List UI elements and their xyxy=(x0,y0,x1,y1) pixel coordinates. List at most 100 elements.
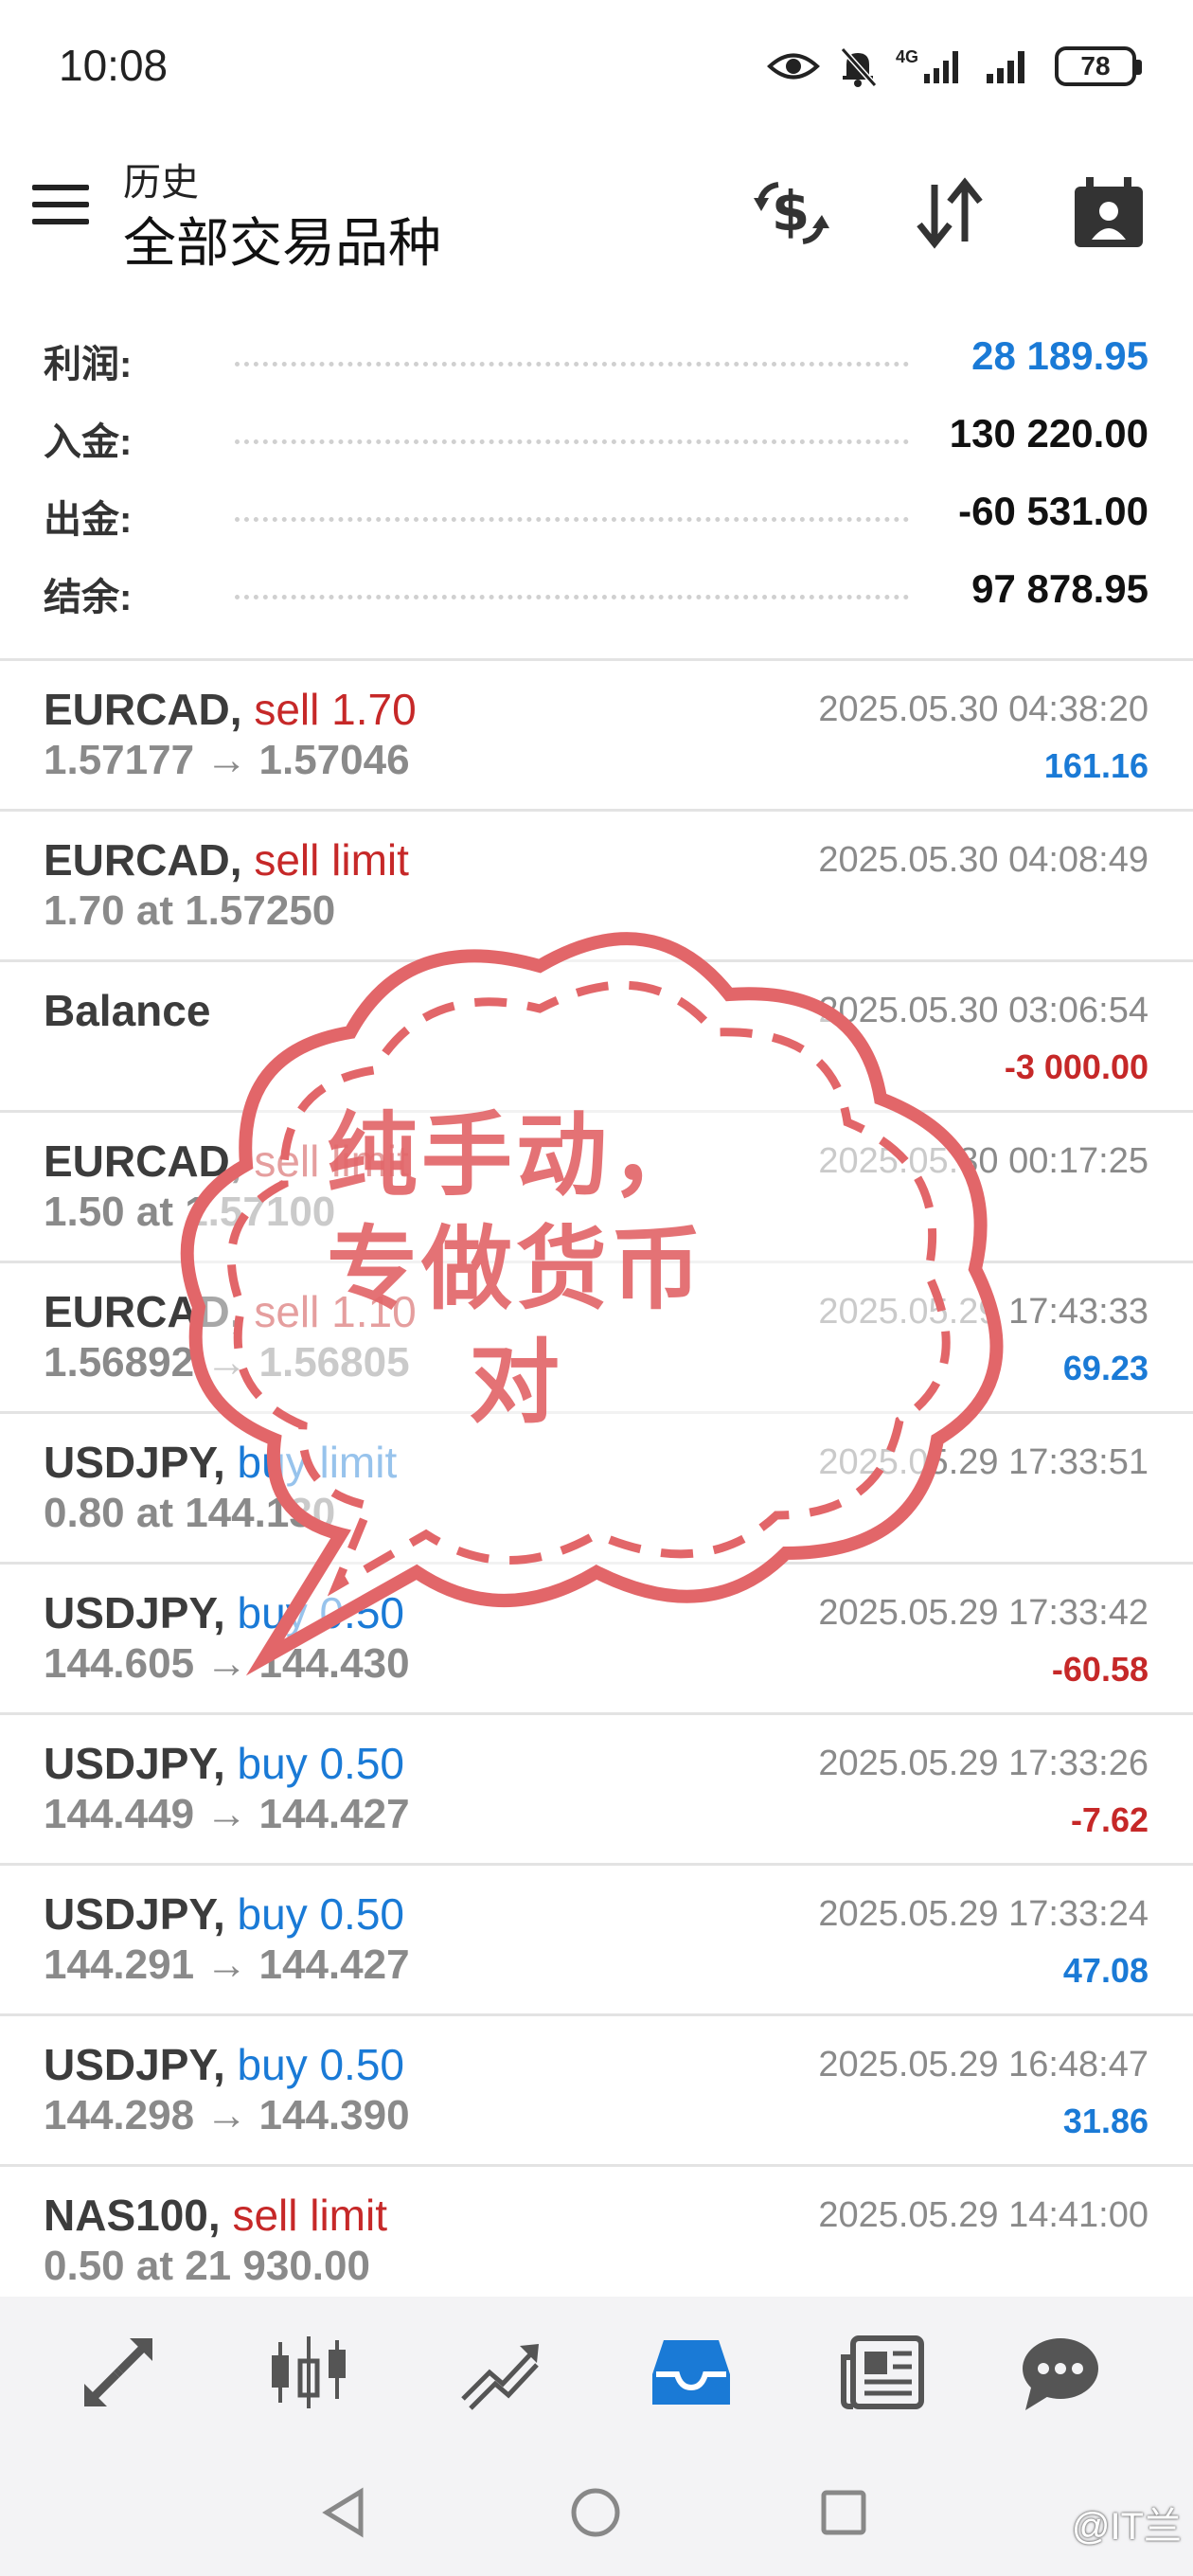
deal-symbol: USDJPY, xyxy=(44,1588,225,1637)
deal-date: 2025.05.29 17:33:26 xyxy=(818,1744,1148,1783)
svg-text:$: $ xyxy=(772,179,810,243)
deal-action: sell limit xyxy=(232,2191,387,2240)
stamp-text: 纯手动， 专做货币 对 xyxy=(161,1099,871,1440)
deal-list: EURCAD, sell 1.70 1.57177 → 1.57046 2025.0… xyxy=(0,661,1193,2317)
inbox-tray-icon[interactable] xyxy=(644,2330,739,2415)
calendar-person-icon[interactable] xyxy=(1066,170,1151,256)
chat-bubble-icon[interactable] xyxy=(1013,2330,1108,2415)
deal-profit: -60.58 xyxy=(1051,1650,1148,1689)
deal-title: EURCAD, sell 1.70 xyxy=(44,684,417,735)
dotted-leader xyxy=(235,362,909,367)
summary-row-profit: 利润: 28 189.95 xyxy=(0,322,1193,400)
eye-icon xyxy=(767,53,820,80)
summary-label: 出金: xyxy=(44,499,133,541)
deal-profit: 31.86 xyxy=(1062,2102,1148,2140)
deal-title: USDJPY, buy 0.50 xyxy=(44,1888,404,1940)
deal-date: 2025.05.29 17:33:24 xyxy=(818,1894,1148,1934)
deal-title: NAS100, sell limit xyxy=(44,2190,387,2241)
deal-symbol: EURCAD, xyxy=(44,685,242,734)
deal-title: EURCAD, sell limit xyxy=(44,834,409,886)
deal-symbol: Balance xyxy=(44,986,211,1035)
sort-arrows-icon[interactable] xyxy=(907,170,992,256)
list-item[interactable]: EURCAD, sell 1.70 1.57177 → 1.57046 2025.0… xyxy=(0,661,1193,812)
stamp-line: 对 xyxy=(469,1330,563,1436)
header-title[interactable]: 全部交易品种 xyxy=(123,201,441,277)
status-icons: 4G 78 xyxy=(767,38,1142,95)
watermark: @IT兰 xyxy=(1071,2506,1182,2548)
stamp-line: 专做货币 xyxy=(327,1216,705,1322)
deal-symbol: USDJPY, xyxy=(44,1889,225,1939)
signal-4g-icon: 4G xyxy=(896,47,958,83)
list-item[interactable]: USDJPY, buy 0.50 144.291 → 144.427 2025.05… xyxy=(0,1866,1193,2016)
deal-detail: 144.605 → 144.430 xyxy=(44,1640,410,1687)
deal-detail: 144.449 → 144.427 xyxy=(44,1791,410,1837)
dotted-leader xyxy=(235,439,909,444)
summary-row-balance: 结余: 97 878.95 xyxy=(0,555,1193,633)
summary-value: 130 220.00 xyxy=(949,411,1148,456)
deal-date: 2025.05.29 17:33:51 xyxy=(818,1442,1148,1482)
account-summary: 利润: 28 189.95 入金: 130 220.00 出金: -60 531… xyxy=(0,322,1193,633)
deal-action: sell 1.70 xyxy=(254,685,417,734)
deal-date: 2025.05.30 04:38:20 xyxy=(818,689,1148,729)
deal-symbol: USDJPY, xyxy=(44,2040,225,2089)
deal-profit: -3 000.00 xyxy=(1004,1047,1148,1086)
trade-chart-icon[interactable] xyxy=(453,2330,547,2415)
deal-title: USDJPY, buy 0.50 xyxy=(44,1587,404,1638)
deal-profit: 161.16 xyxy=(1043,746,1148,785)
deal-detail: 1.70 at 1.57250 xyxy=(44,887,336,934)
currency-exchange-icon[interactable]: $ xyxy=(748,170,833,256)
newspaper-icon[interactable] xyxy=(835,2330,930,2415)
home-circle-icon[interactable] xyxy=(558,2475,633,2550)
stamp-line: 纯手动， xyxy=(327,1102,705,1208)
back-triangle-icon[interactable] xyxy=(308,2475,383,2550)
battery-icon: 78 xyxy=(1055,46,1142,86)
summary-row-deposit: 入金: 130 220.00 xyxy=(0,400,1193,477)
app-header: 历史 全部交易品种 $ xyxy=(0,142,1193,303)
dotted-leader xyxy=(235,595,909,599)
deal-profit: 47.08 xyxy=(1062,1951,1148,1990)
list-item[interactable]: USDJPY, buy 0.50 144.298 → 144.390 2025.05… xyxy=(0,2016,1193,2167)
recents-square-icon[interactable] xyxy=(806,2475,881,2550)
header-subtitle: 历史 xyxy=(123,162,199,204)
list-item[interactable]: EURCAD, sell limit 1.70 at 1.57250 2025.05… xyxy=(0,812,1193,962)
deal-detail: 144.291 → 144.427 xyxy=(44,1941,410,1988)
hamburger-menu-icon[interactable] xyxy=(32,185,89,232)
deal-date: 2025.05.29 16:48:47 xyxy=(818,2045,1148,2084)
summary-row-withdrawal: 出金: -60 531.00 xyxy=(0,477,1193,555)
status-bar: 10:08 4G 78 xyxy=(0,0,1193,142)
deal-date: 2025.05.30 04:08:49 xyxy=(818,840,1148,880)
status-time: 10:08 xyxy=(59,41,169,90)
quotes-arrows-icon[interactable] xyxy=(71,2330,166,2415)
deal-symbol: EURCAD, xyxy=(44,835,242,885)
list-item[interactable]: USDJPY, buy 0.50 144.605 → 144.430 2025.05… xyxy=(0,1565,1193,1715)
signal-icon xyxy=(987,51,1024,83)
deal-action: sell limit xyxy=(254,835,409,885)
deal-title: Balance xyxy=(44,985,210,1036)
summary-value: -60 531.00 xyxy=(958,489,1148,533)
deal-detail: 0.80 at 144.130 xyxy=(44,1490,336,1536)
deal-symbol: USDJPY, xyxy=(44,1438,225,1487)
deal-action: buy 0.50 xyxy=(237,1588,405,1637)
deal-profit: -7.62 xyxy=(1070,1800,1148,1839)
deal-date: 2025.05.29 17:33:42 xyxy=(818,1593,1148,1633)
deal-action: buy 0.50 xyxy=(237,1889,405,1939)
deal-detail: 144.298 → 144.390 xyxy=(44,2092,410,2138)
deal-title: USDJPY, buy 0.50 xyxy=(44,1738,404,1789)
list-item[interactable]: USDJPY, buy 0.50 144.449 → 144.427 2025.05… xyxy=(0,1715,1193,1866)
deal-date: 2025.05.29 14:41:00 xyxy=(818,2195,1148,2235)
list-item[interactable]: NAS100, sell limit 0.50 at 21 930.00 2025.… xyxy=(0,2167,1193,2317)
mute-bell-icon xyxy=(840,46,877,87)
summary-label: 利润: xyxy=(44,344,133,385)
list-item[interactable]: Balance 2025.05.30 03:06:54 -3 000.00 xyxy=(0,962,1193,1113)
deal-action: buy 0.50 xyxy=(237,1739,405,1788)
deal-symbol: USDJPY, xyxy=(44,1739,225,1788)
candlestick-icon[interactable] xyxy=(261,2330,356,2415)
dotted-leader xyxy=(235,517,909,522)
deal-profit: 69.23 xyxy=(1062,1349,1148,1387)
deal-detail: 0.50 at 21 930.00 xyxy=(44,2243,370,2289)
network-label: 4G xyxy=(896,47,918,66)
deal-symbol: NAS100, xyxy=(44,2191,221,2240)
bottom-nav xyxy=(0,2297,1193,2448)
deal-title: USDJPY, buy 0.50 xyxy=(44,2039,404,2090)
summary-label: 入金: xyxy=(44,421,133,463)
